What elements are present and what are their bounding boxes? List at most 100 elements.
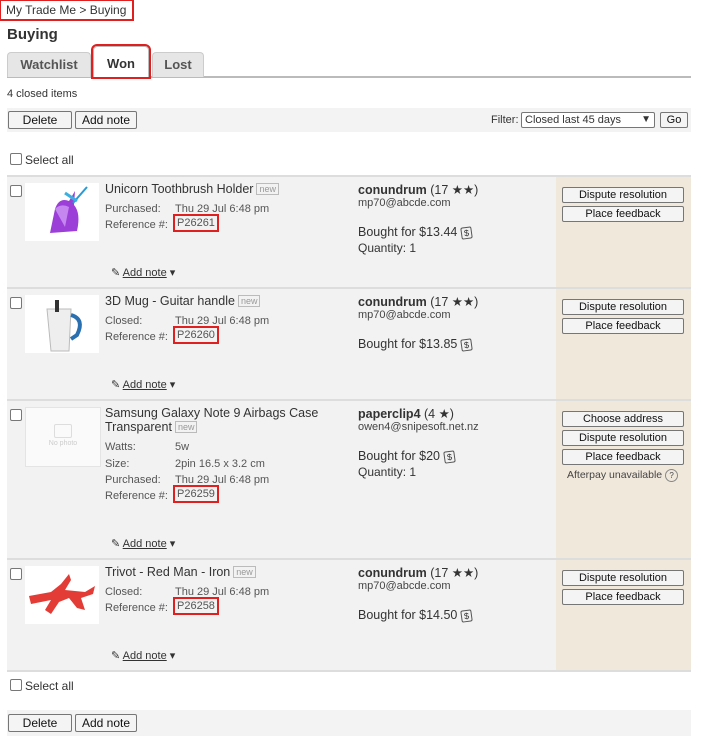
- item-title[interactable]: Trivot - Red Man - Iron new: [105, 565, 340, 579]
- delete-button[interactable]: Delete: [8, 111, 72, 129]
- detail-label: Closed:: [105, 315, 143, 327]
- seller-username[interactable]: paperclip4: [358, 407, 421, 421]
- seller-username[interactable]: conundrum: [358, 295, 427, 309]
- select-all-bottom[interactable]: Select all: [10, 679, 74, 693]
- top-toolbar: Delete Add note Filter: Closed last 45 d…: [7, 108, 691, 132]
- tab-watchlist[interactable]: Watchlist: [7, 52, 91, 77]
- dispute-resolution-button[interactable]: Dispute resolution: [562, 570, 684, 586]
- add-note-link[interactable]: ✎ Add note ▾: [111, 537, 175, 550]
- place-feedback-button[interactable]: Place feedback: [562, 589, 684, 605]
- help-icon[interactable]: ?: [665, 469, 679, 482]
- tab-lost[interactable]: Lost: [152, 52, 204, 77]
- seller-name[interactable]: conundrum (17 ★★): [358, 565, 478, 580]
- item-checkbox[interactable]: [10, 568, 22, 580]
- seller-name[interactable]: conundrum (17 ★★): [358, 182, 478, 197]
- reference-number: P26259: [173, 485, 219, 503]
- delete-button[interactable]: Delete: [8, 714, 72, 732]
- item-checkbox[interactable]: [10, 185, 22, 197]
- add-note-link[interactable]: ✎ Add note ▾: [111, 378, 175, 391]
- seller-rating: (17 ★★): [430, 183, 479, 197]
- filter-label: Filter:: [491, 114, 519, 126]
- add-note-link[interactable]: ✎ Add note ▾: [111, 266, 175, 279]
- afterpay-status: Afterpay unavailable?: [567, 469, 679, 482]
- choose-address-button[interactable]: Choose address: [562, 411, 684, 427]
- detail-label: Reference #:: [105, 602, 168, 614]
- filter-select[interactable]: Closed last 45 days ▼: [521, 112, 655, 128]
- list-item: No photo Samsung Galaxy Note 9 Airbags C…: [7, 399, 691, 559]
- note-icon: ✎: [111, 267, 121, 279]
- seller-username[interactable]: conundrum: [358, 183, 427, 197]
- tab-won[interactable]: Won: [91, 44, 151, 79]
- quantity: Quantity: 1: [358, 465, 417, 479]
- item-thumbnail-placeholder[interactable]: No photo: [25, 407, 101, 467]
- afterpay-label: Afterpay unavailable: [567, 469, 663, 481]
- detail-value: 5w: [175, 441, 190, 453]
- caret-down-icon: ▾: [169, 379, 176, 391]
- reference-number: P26261: [173, 214, 219, 232]
- new-badge: new: [237, 295, 261, 307]
- caret-down-icon: ▾: [169, 650, 176, 662]
- seller-email: mp70@abcde.com: [358, 309, 451, 321]
- caret-down-icon: ▾: [169, 538, 176, 550]
- add-note-button[interactable]: Add note: [75, 111, 137, 129]
- add-note-label[interactable]: Add note: [123, 267, 167, 279]
- bought-price-text: Bought for $14.50: [358, 608, 458, 622]
- tab-bar: Watchlist Won Lost: [7, 44, 691, 79]
- select-all-checkbox[interactable]: [10, 153, 22, 165]
- item-title[interactable]: Unicorn Toothbrush Holder new: [105, 182, 340, 196]
- bought-price: Bought for $13.44 $: [358, 225, 474, 240]
- item-title-text[interactable]: 3D Mug - Guitar handle: [105, 294, 235, 308]
- detail-value: 2pin 16.5 x 3.2 cm: [175, 458, 265, 470]
- note-icon: ✎: [111, 538, 121, 550]
- place-feedback-button[interactable]: Place feedback: [562, 449, 684, 465]
- item-title-text[interactable]: Unicorn Toothbrush Holder: [105, 182, 253, 196]
- add-note-label[interactable]: Add note: [123, 379, 167, 391]
- place-feedback-button[interactable]: Place feedback: [562, 318, 684, 334]
- select-all-label: Select all: [25, 153, 74, 167]
- add-note-label[interactable]: Add note: [123, 650, 167, 662]
- add-note-button[interactable]: Add note: [75, 714, 137, 732]
- item-checkbox[interactable]: [10, 297, 22, 309]
- seller-name[interactable]: conundrum (17 ★★): [358, 294, 478, 309]
- item-title[interactable]: Samsung Galaxy Note 9 Airbags Case Trans…: [105, 406, 340, 434]
- item-thumbnail-mug[interactable]: [25, 295, 99, 353]
- new-badge: new: [256, 183, 279, 195]
- quantity: Quantity: 1: [358, 241, 417, 255]
- chevron-down-icon: ▼: [641, 114, 651, 125]
- dispute-resolution-button[interactable]: Dispute resolution: [562, 299, 684, 315]
- detail-label: Closed:: [105, 586, 143, 598]
- detail-label: Reference #:: [105, 490, 168, 502]
- item-title-text[interactable]: Trivot - Red Man - Iron: [105, 565, 230, 579]
- bought-price: Bought for $20 $: [358, 449, 456, 464]
- add-note-link[interactable]: ✎ Add note ▾: [111, 649, 175, 662]
- item-checkbox[interactable]: [10, 409, 22, 421]
- camera-icon: [54, 424, 72, 438]
- bought-price-text: Bought for $13.44: [358, 225, 458, 239]
- select-all-label: Select all: [25, 679, 74, 693]
- go-button[interactable]: Go: [660, 112, 688, 128]
- item-title-text[interactable]: Samsung Galaxy Note 9 Airbags Case Trans…: [105, 406, 318, 434]
- bought-price: Bought for $14.50 $: [358, 608, 474, 623]
- seller-email: mp70@abcde.com: [358, 580, 451, 592]
- select-all-top[interactable]: Select all: [10, 153, 74, 167]
- breadcrumb[interactable]: My Trade Me > Buying: [0, 0, 135, 21]
- note-icon: ✎: [111, 379, 121, 391]
- dispute-resolution-button[interactable]: Dispute resolution: [562, 430, 684, 446]
- detail-value: Thu 29 Jul 6:48 pm: [175, 474, 270, 486]
- dispute-resolution-button[interactable]: Dispute resolution: [562, 187, 684, 203]
- list-item: Unicorn Toothbrush Holder new Purchased: …: [7, 175, 691, 289]
- place-feedback-button[interactable]: Place feedback: [562, 206, 684, 222]
- detail-label: Watts:: [105, 441, 136, 453]
- list-item: 3D Mug - Guitar handle new Closed: Thu 29…: [7, 287, 691, 401]
- price-tag-icon: $: [460, 226, 474, 240]
- reference-number: P26260: [173, 326, 219, 344]
- seller-email: owen4@snipesoft.net.nz: [358, 421, 479, 433]
- item-thumbnail-trivet[interactable]: [25, 566, 99, 624]
- select-all-checkbox[interactable]: [10, 679, 22, 691]
- seller-name[interactable]: paperclip4 (4 ★): [358, 406, 454, 421]
- seller-username[interactable]: conundrum: [358, 566, 427, 580]
- item-title[interactable]: 3D Mug - Guitar handle new: [105, 294, 340, 308]
- add-note-label[interactable]: Add note: [123, 538, 167, 550]
- item-thumbnail-unicorn[interactable]: [25, 183, 99, 241]
- list-divider: [7, 670, 691, 672]
